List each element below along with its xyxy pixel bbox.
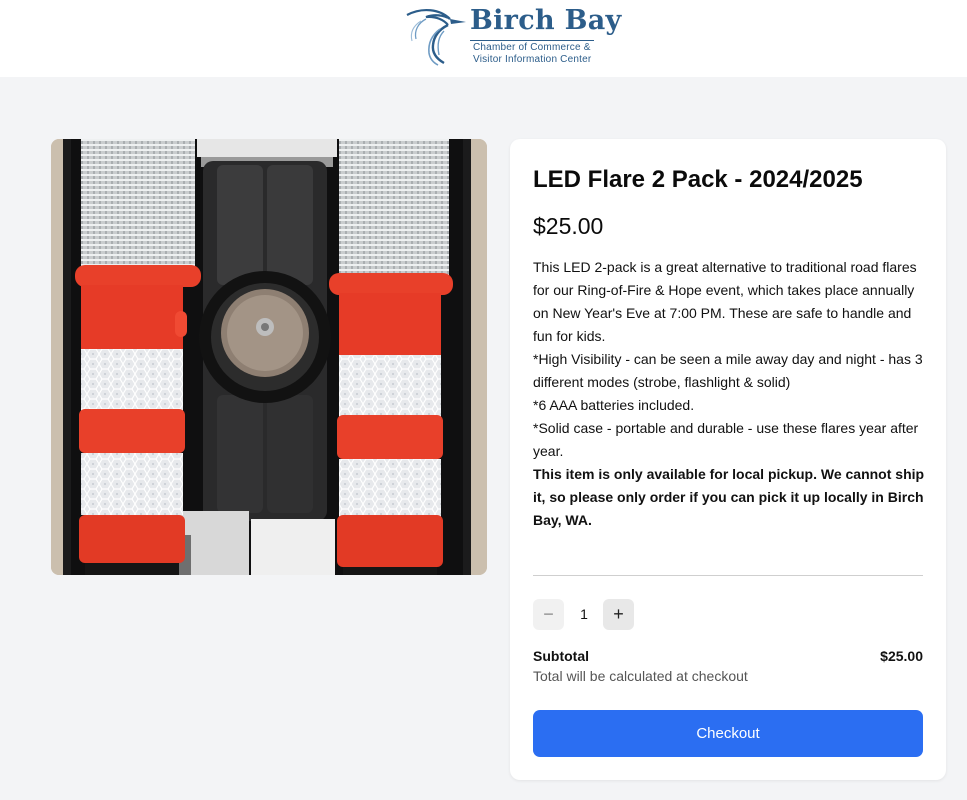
logo-divider: [470, 40, 594, 41]
checkout-button[interactable]: Checkout: [533, 710, 923, 757]
subtotal-label: Subtotal: [533, 648, 589, 664]
description-paragraph: This LED 2-pack is a great alternative t…: [533, 259, 917, 344]
quantity-increase-button[interactable]: +: [603, 599, 634, 630]
chamber-logo[interactable]: Birch Bay Chamber of Commerce & Visitor …: [404, 5, 621, 67]
heron-icon: [406, 9, 466, 66]
pickup-notice: This item is only available for local pi…: [533, 466, 925, 528]
subtotal-note: Total will be calculated at checkout: [533, 668, 748, 684]
minus-icon: −: [543, 604, 554, 624]
checkout-label: Checkout: [696, 725, 760, 742]
quantity-decrease-button[interactable]: −: [533, 599, 564, 630]
description-feature-batteries: *6 AAA batteries included.: [533, 397, 695, 413]
plus-icon: +: [613, 604, 624, 624]
logo-subtitle-line1: Chamber of Commerce &: [473, 42, 591, 53]
product-title: LED Flare 2 Pack - 2024/2025: [533, 166, 863, 193]
product-price: $25.00: [533, 213, 604, 239]
product-photo-led-flares: [51, 139, 487, 575]
product-description: This LED 2-pack is a great alternative t…: [533, 256, 928, 532]
subtotal-value: $25.00: [880, 648, 923, 664]
description-feature-visibility: *High Visibility - can be seen a mile aw…: [533, 351, 923, 390]
quantity-value[interactable]: 1: [572, 599, 596, 630]
logo-subtitle-line2: Visitor Information Center: [473, 54, 592, 65]
logo-name: Birch Bay: [470, 5, 622, 36]
product-image[interactable]: [51, 139, 487, 575]
product-card: LED Flare 2 Pack - 2024/2025 $25.00 This…: [510, 139, 946, 780]
divider: [533, 575, 923, 576]
description-feature-case: *Solid case - portable and durable - use…: [533, 420, 919, 459]
site-header: Birch Bay Chamber of Commerce & Visitor …: [0, 0, 967, 77]
